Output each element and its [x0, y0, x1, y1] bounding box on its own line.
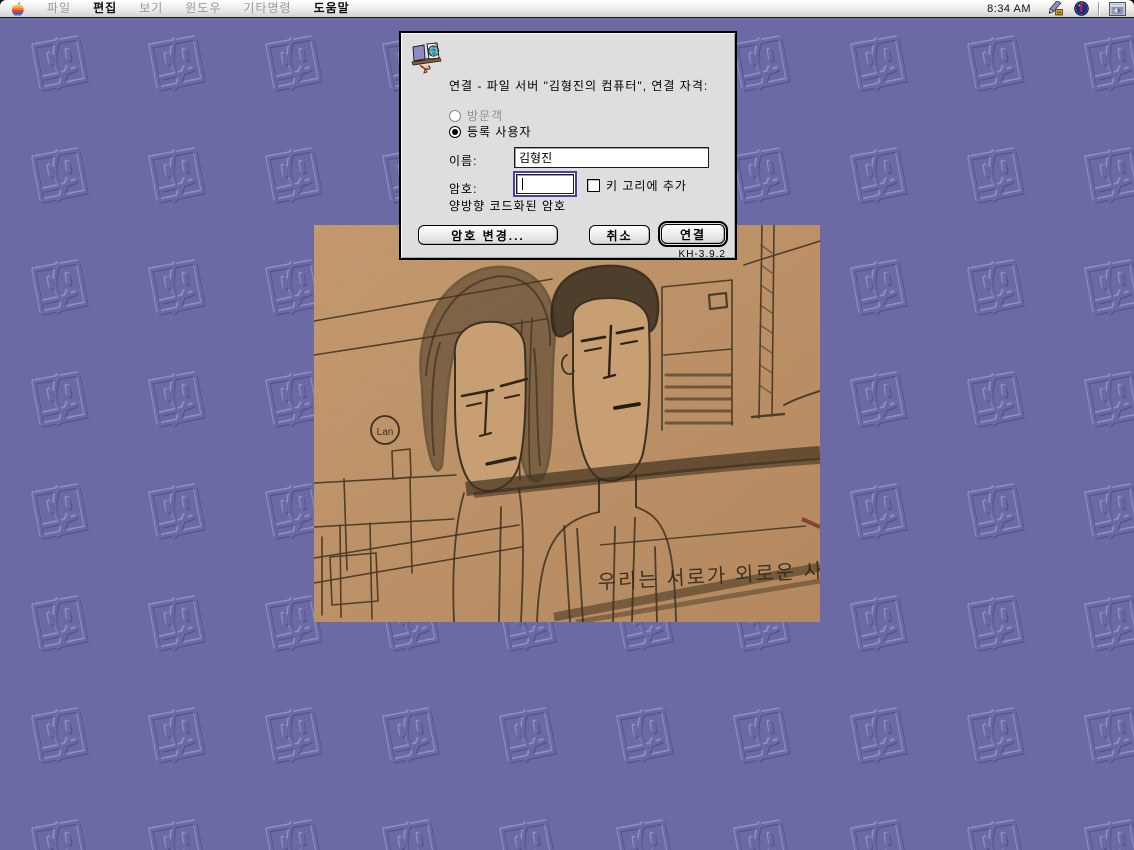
guest-radio-label: 방문객	[467, 107, 503, 124]
keychain-label: 키 고리에 추가	[606, 177, 687, 194]
password-input[interactable]	[516, 174, 574, 194]
registered-radio-label: 등록 사용자	[467, 123, 532, 140]
keychain-checkbox[interactable]	[587, 179, 600, 192]
registered-radio-row: 등록 사용자	[449, 123, 532, 140]
registered-user-radio[interactable]	[449, 126, 461, 138]
menubar-clock[interactable]: 8:34 AM	[987, 3, 1031, 15]
menu-item-file: 파일	[36, 0, 82, 17]
desktop-picture: Lan 우리는 서로가 외로운 사람들	[314, 225, 820, 622]
lan-label: Lan	[377, 427, 394, 438]
input-method-icon[interactable]	[1046, 1, 1064, 16]
dialog-version: KH-3.9.2	[679, 249, 726, 260]
appleshare-icon	[410, 41, 446, 78]
menu-item-edit[interactable]: 편집	[82, 0, 128, 17]
guest-radio	[449, 110, 461, 122]
menubar-separator	[1098, 2, 1100, 16]
keychain-row: 키 고리에 추가	[587, 177, 687, 194]
connect-button[interactable]: 연결	[661, 224, 725, 244]
menu-item-other-commands: 기타명령	[232, 0, 302, 17]
status-clock-icon[interactable]	[1074, 1, 1089, 16]
encryption-note: 양방향 코드화된 암호	[449, 197, 566, 214]
change-password-button[interactable]: 암호 변경...	[418, 225, 558, 245]
apple-menu-icon[interactable]	[10, 1, 24, 17]
application-menu-icon[interactable]	[1109, 2, 1126, 16]
menu-bar: 파일 편집 보기 윈도우 기타명령 도움말 8:34 AM	[0, 0, 1134, 18]
name-input[interactable]	[514, 147, 709, 168]
menu-item-help[interactable]: 도움말	[303, 0, 361, 17]
connect-button-default-ring: 연결	[658, 221, 728, 247]
password-label: 암호:	[449, 180, 477, 197]
connect-dialog: 연결 - 파일 서버 "김형진의 컴퓨터", 연결 자격: 방문객 등록 사용자…	[399, 31, 737, 260]
guest-radio-row: 방문객	[449, 107, 503, 124]
name-label: 이름:	[449, 152, 477, 169]
menu-item-window: 윈도우	[174, 0, 232, 17]
text-caret	[522, 178, 523, 190]
dialog-message: 연결 - 파일 서버 "김형진의 컴퓨터", 연결 자격:	[449, 77, 724, 94]
desktop: Lan 우리는 서로가 외로운 사람들 연결 - 파일 서버 "김형진의 컴퓨터…	[0, 18, 1134, 850]
cancel-button[interactable]: 취소	[589, 225, 650, 245]
menu-item-view: 보기	[128, 0, 174, 17]
